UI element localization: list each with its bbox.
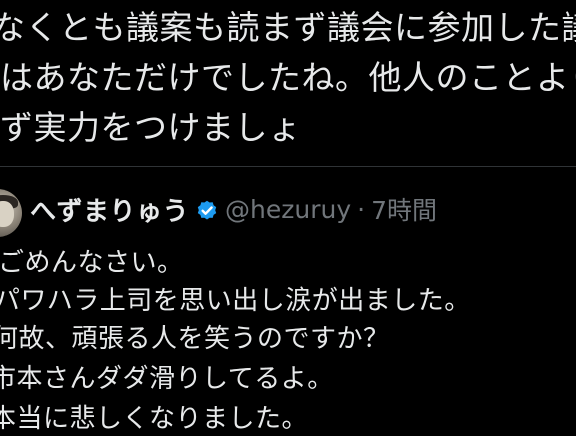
reply-tweet[interactable]: へずまりゅう @hezuruy · 7時間 ごめんなさい。 パワハラ上司を思い出… bbox=[0, 167, 576, 434]
tweet-body-line: 本当に悲しくなりました。 bbox=[0, 404, 309, 434]
timestamp[interactable]: 7時間 bbox=[371, 191, 437, 227]
tweet-body-line: 何故、頑張る人を笑うのですか？ bbox=[0, 324, 390, 354]
avatar[interactable] bbox=[0, 189, 22, 237]
tweet-body-line: ごめんなさい。 bbox=[0, 248, 184, 278]
user-handle[interactable]: @hezuruy bbox=[225, 195, 351, 224]
previous-tweet-line: はあなただけでしたね。他人のことより bbox=[0, 58, 576, 97]
tweet-body-line: パワハラ上司を思い出し涙が出ました。 bbox=[0, 286, 471, 316]
previous-tweet-line: なくとも議案も読まず議会に参加した議 bbox=[0, 8, 576, 47]
display-name[interactable]: へずまりゅう bbox=[30, 191, 189, 228]
separator-dot: · bbox=[357, 194, 366, 224]
verified-badge-icon bbox=[195, 198, 219, 222]
previous-tweet-line: ず実力をつけましょ bbox=[0, 108, 302, 147]
tweet-header: へずまりゅう @hezuruy · 7時間 bbox=[30, 191, 437, 227]
tweet-body-line: 市本さんダダ滑りしてるよ。 bbox=[0, 364, 334, 394]
previous-tweet-text: なくとも議案も読まず議会に参加した議 はあなただけでしたね。他人のことより ず実… bbox=[0, 0, 576, 168]
